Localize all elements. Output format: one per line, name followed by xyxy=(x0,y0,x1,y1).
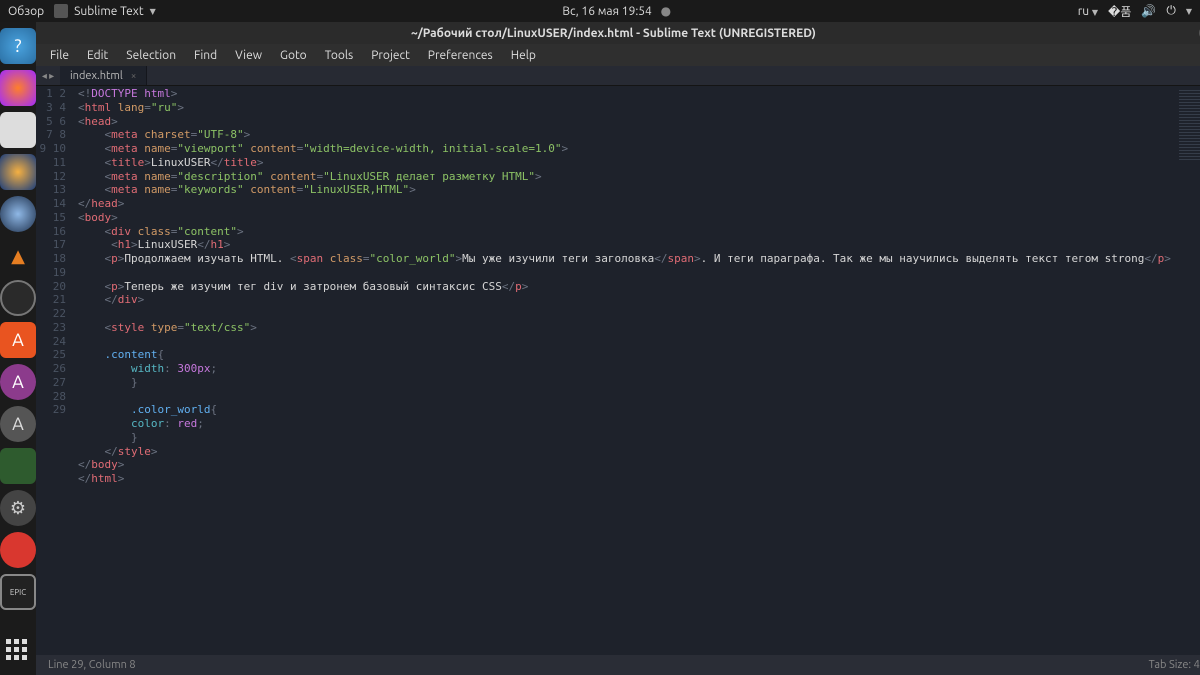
line-number: 28 xyxy=(53,390,66,403)
dock-show-apps[interactable] xyxy=(0,633,36,669)
line-number: 9 xyxy=(40,142,47,155)
line-number: 25 xyxy=(53,348,66,361)
menu-tools[interactable]: Tools xyxy=(317,47,362,64)
line-number: 7 xyxy=(46,128,53,141)
minimap[interactable] xyxy=(1175,86,1200,655)
line-number: 17 xyxy=(53,238,66,251)
menubar: File Edit Selection Find View Goto Tools… xyxy=(36,44,1200,66)
menu-selection[interactable]: Selection xyxy=(118,47,184,64)
tabbar: ◂ ▸ index.html × ▼ xyxy=(36,66,1200,86)
chevron-down-icon: ▼ xyxy=(150,7,156,16)
dock-cpu-icon[interactable] xyxy=(0,448,36,484)
window-titlebar[interactable]: ~/Рабочий стол/LinuxUSER/index.html - Su… xyxy=(36,22,1200,44)
line-number: 20 xyxy=(53,280,66,293)
line-number: 4 xyxy=(59,101,66,114)
dock-red-icon[interactable] xyxy=(0,532,36,568)
notification-dot: ● xyxy=(661,5,671,18)
menu-goto[interactable]: Goto xyxy=(272,47,315,64)
line-number: 15 xyxy=(53,211,66,224)
network-icon[interactable]: �품 xyxy=(1108,3,1131,20)
line-number: 13 xyxy=(53,183,66,196)
dock-files-icon[interactable] xyxy=(0,112,36,148)
dock-software-icon[interactable]: A xyxy=(0,322,36,358)
line-number: 8 xyxy=(59,128,66,141)
gnome-top-panel: Обзор Sublime Text ▼ Вс, 16 мая 19:54 ● … xyxy=(0,0,1200,22)
dock-software-alt-icon[interactable]: A xyxy=(0,364,36,400)
chevron-down-icon: ▼ xyxy=(1186,7,1192,16)
tab-index-html[interactable]: index.html × xyxy=(60,66,147,85)
line-number: 11 xyxy=(53,156,66,169)
statusbar: Line 29, Column 8 Tab Size: 4 HTML xyxy=(36,655,1200,675)
menu-view[interactable]: View xyxy=(227,47,270,64)
line-number: 18 xyxy=(53,252,66,265)
line-number: 2 xyxy=(59,87,66,100)
activities-button[interactable]: Обзор xyxy=(8,5,44,18)
chevron-down-icon: ▼ xyxy=(1092,8,1098,17)
tab-nav-arrows[interactable]: ◂ ▸ xyxy=(36,66,60,85)
line-number: 5 xyxy=(46,115,53,128)
line-number: 24 xyxy=(53,335,66,348)
line-number: 10 xyxy=(53,142,66,155)
gutter: 1 2 3 4 5 6 7 8 9 10 11 12 13 14 15 16 1… xyxy=(36,86,74,655)
dock: ? ▲ A A A ⚙ EPIC xyxy=(0,22,36,675)
dock-epic-icon[interactable]: EPIC xyxy=(0,574,36,610)
dock-help-icon[interactable]: ? xyxy=(0,28,36,64)
dock-audacity-icon[interactable] xyxy=(0,154,36,190)
clock[interactable]: Вс, 16 мая 19:54 xyxy=(562,5,651,18)
menu-edit[interactable]: Edit xyxy=(79,47,116,64)
line-number: 26 xyxy=(53,362,66,375)
app-menu[interactable]: Sublime Text ▼ xyxy=(54,4,156,18)
minimap-preview xyxy=(1179,90,1200,160)
line-number: 29 xyxy=(53,403,66,416)
line-number: 12 xyxy=(53,170,66,183)
code-area[interactable]: <!DOCTYPE html> <html lang="ru"> <head> … xyxy=(74,86,1175,655)
app-menu-label: Sublime Text xyxy=(74,5,143,18)
apps-grid-icon xyxy=(6,639,30,663)
menu-preferences[interactable]: Preferences xyxy=(420,47,501,64)
line-number: 22 xyxy=(53,307,66,320)
line-number: 19 xyxy=(53,266,66,279)
dock-firefox-icon[interactable] xyxy=(0,70,36,106)
menu-file[interactable]: File xyxy=(42,47,77,64)
dock-settings-icon[interactable]: ⚙ xyxy=(0,490,36,526)
tab-label: index.html xyxy=(70,70,123,82)
status-position[interactable]: Line 29, Column 8 xyxy=(48,659,136,671)
menu-find[interactable]: Find xyxy=(186,47,225,64)
dock-vlc-icon[interactable]: ▲ xyxy=(0,238,36,274)
sublime-icon xyxy=(54,4,68,18)
dock-updater-icon[interactable]: A xyxy=(0,406,36,442)
dock-obs-2-icon[interactable] xyxy=(0,280,36,316)
window-title: ~/Рабочий стол/LinuxUSER/index.html - Su… xyxy=(36,27,1191,40)
line-number: 21 xyxy=(53,293,66,306)
tab-close-icon[interactable]: × xyxy=(131,70,137,81)
status-tabsize[interactable]: Tab Size: 4 xyxy=(1149,659,1200,671)
menu-project[interactable]: Project xyxy=(363,47,418,64)
line-number: 23 xyxy=(53,321,66,334)
line-number: 1 xyxy=(46,87,53,100)
line-number: 27 xyxy=(53,376,66,389)
volume-icon[interactable]: 🔊 xyxy=(1141,4,1156,18)
sublime-window: ~/Рабочий стол/LinuxUSER/index.html - Su… xyxy=(36,22,1200,675)
line-number: 16 xyxy=(53,225,66,238)
dock-obs-icon[interactable] xyxy=(0,196,36,232)
input-language[interactable]: ru ▼ xyxy=(1078,5,1098,18)
menu-help[interactable]: Help xyxy=(503,47,544,64)
line-number: 6 xyxy=(59,115,66,128)
line-number: 3 xyxy=(46,101,53,114)
line-number: 14 xyxy=(53,197,66,210)
power-icon[interactable]: ⏻ xyxy=(1166,4,1176,18)
